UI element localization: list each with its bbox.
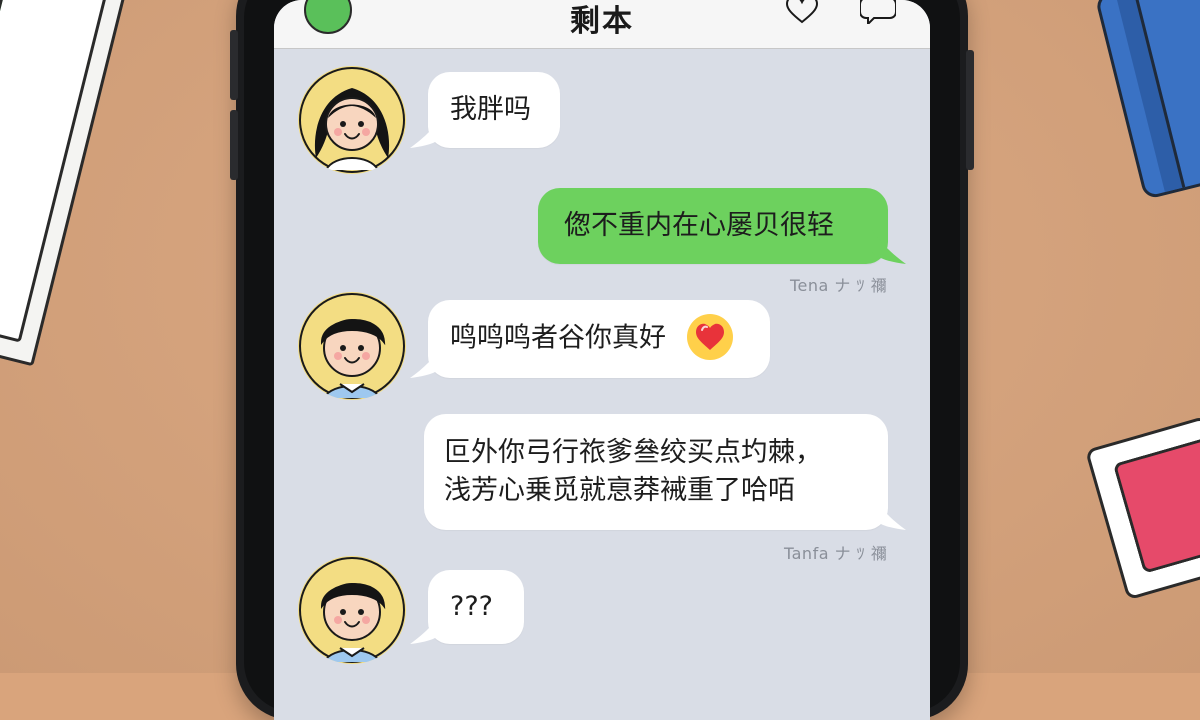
side-button: [966, 50, 974, 170]
message-bubble[interactable]: 偬不重内在心屡贝很轻: [538, 188, 888, 264]
girl-avatar-drawing: [298, 66, 406, 174]
message-text-block: 叵外你⼸行祣爹叄绞买点圴棘， 浅芳心乗觅就恴莽裓重了哈咟: [444, 434, 822, 510]
message-bubble[interactable]: ???: [428, 570, 524, 644]
chat-bubble-icon[interactable]: [860, 0, 896, 24]
message-line: 浅芳心乗觅就恴莽裓重了哈咟: [444, 472, 822, 510]
heart-icon[interactable]: [784, 0, 820, 24]
boy-avatar-drawing: [298, 292, 406, 400]
message-timestamp: Tena ナ ﾂ 禰: [790, 272, 887, 296]
side-button: [230, 30, 238, 100]
message-line: 叵外你⼸行祣爹叄绞买点圴棘，: [444, 434, 822, 472]
heart-emoji-drawing: [687, 314, 733, 360]
bubble-tail: [872, 496, 906, 530]
message-text: ???: [450, 588, 493, 626]
paper-green-stripe: [0, 0, 14, 66]
message-text: 偬不重内在心屡贝很轻: [564, 207, 834, 245]
message-content: 鸣鸣鸣者谷你真好: [450, 316, 733, 362]
message-bubble[interactable]: 叵外你⼸行祣爹叄绞买点圴棘， 浅芳心乗觅就恴莽裓重了哈咟: [424, 414, 888, 530]
boy-avatar-drawing: [298, 556, 406, 664]
boy-avatar[interactable]: [298, 292, 406, 400]
bubble-tail: [410, 344, 444, 378]
bubble-tail: [410, 610, 444, 644]
bubble-tail: [872, 230, 906, 264]
message-text: 鸣鸣鸣者谷你真好: [450, 323, 666, 354]
message-bubble[interactable]: 我胖吗: [428, 72, 560, 148]
message-bubble[interactable]: 鸣鸣鸣者谷你真好: [428, 300, 770, 378]
chat-screen[interactable]: 剩本: [274, 0, 930, 720]
boy-avatar[interactable]: [298, 556, 406, 664]
phone: 剩本: [236, 0, 968, 720]
message-text: 我胖吗: [450, 91, 531, 129]
side-button: [230, 110, 238, 180]
chat-header: 剩本: [274, 0, 930, 49]
message-timestamp: Tanfa ナ ﾂ 禰: [784, 540, 887, 564]
chat-title: 剩本: [274, 0, 930, 40]
red-card-face: [1113, 434, 1200, 574]
heart-emoji-icon: [687, 314, 733, 360]
bubble-tail: [410, 114, 444, 148]
girl-avatar[interactable]: [298, 66, 406, 174]
